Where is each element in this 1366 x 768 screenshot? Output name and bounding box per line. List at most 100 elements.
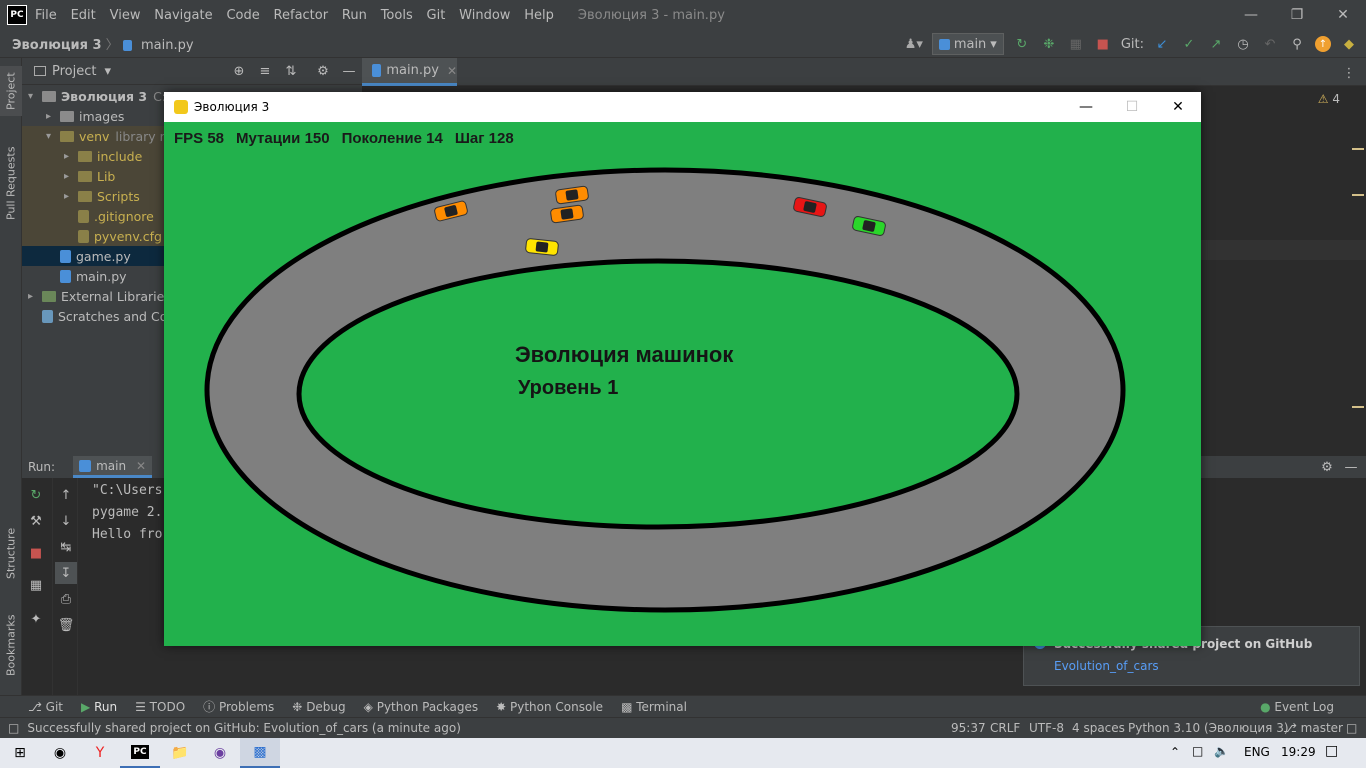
pycharm-taskbar-icon[interactable]: PC	[120, 738, 160, 768]
menu-help[interactable]: Help	[524, 8, 554, 23]
notification-link[interactable]: Evolution_of_cars	[1054, 659, 1159, 673]
locate-icon[interactable]: ⊕	[230, 62, 248, 80]
pygame-window-taskbar-icon[interactable]: ▩	[240, 738, 280, 768]
tray-chevron-icon[interactable]: ⌃	[1170, 745, 1180, 759]
run-config-select[interactable]: main ▾	[931, 33, 1004, 55]
file-explorer-icon[interactable]: 📁	[160, 738, 200, 768]
warnings-indicator[interactable]: ⚠ 4	[1318, 92, 1340, 106]
chevron-down-icon[interactable]: ▾	[104, 64, 111, 79]
menu-tools[interactable]: Tools	[381, 8, 413, 23]
expand-all-icon[interactable]: ⇅	[282, 62, 300, 80]
menu-refactor[interactable]: Refactor	[274, 8, 329, 23]
hide-panel-icon[interactable]: —	[1342, 458, 1360, 476]
hide-panel-icon[interactable]: —	[340, 62, 358, 80]
caret-position[interactable]: 95:37	[951, 721, 986, 735]
minimize-icon[interactable]: —	[1063, 92, 1109, 122]
status-toggle-icon[interactable]: □	[8, 721, 19, 735]
print-icon[interactable]: ⎙	[57, 590, 75, 608]
python-interpreter[interactable]: Python 3.10 (Эволюция 3)	[1128, 721, 1289, 735]
run-tab-main[interactable]: main ✕	[73, 456, 153, 478]
tool-tab-git[interactable]: ⎇ Git	[28, 700, 63, 714]
menu-edit[interactable]: Edit	[71, 8, 96, 23]
scroll-to-end-icon[interactable]: ↧	[55, 562, 77, 584]
tool-tab-python-console[interactable]: ✸ Python Console	[496, 700, 603, 714]
maximize-icon[interactable]: ☐	[1109, 92, 1155, 122]
tool-tab-run[interactable]: ▶ Run	[81, 700, 117, 714]
tool-tab-python-packages[interactable]: ◈ Python Packages	[364, 700, 478, 714]
close-tab-icon[interactable]: ✕	[136, 459, 146, 473]
chevron-right-icon[interactable]: ▸	[64, 171, 78, 182]
volume-icon[interactable]: 🔈	[1214, 744, 1229, 758]
tool-tab-debug[interactable]: ❉ Debug	[292, 700, 345, 714]
lock-icon[interactable]: □	[1346, 721, 1357, 735]
update-icon[interactable]: ↑	[1315, 36, 1331, 52]
notifications-icon[interactable]: □	[1325, 743, 1338, 759]
status-message[interactable]: Successfully shared project on GitHub: E…	[27, 721, 461, 735]
chevron-down-icon[interactable]: ▾	[46, 131, 60, 142]
git-commit-icon[interactable]: ✓	[1180, 35, 1198, 53]
minimize-icon[interactable]: —	[1228, 0, 1274, 30]
rerun-icon[interactable]: ↻	[27, 486, 45, 504]
line-separator[interactable]: CRLF	[990, 721, 1020, 735]
git-update-icon[interactable]: ↙	[1153, 35, 1171, 53]
layout-icon[interactable]: ▦	[27, 576, 45, 594]
game-app-icon[interactable]: ◉	[40, 738, 80, 768]
tool-tab-pull-requests[interactable]: Pull Requests	[0, 138, 22, 228]
more-tabs-icon[interactable]: ⋮	[1340, 64, 1358, 82]
chevron-right-icon[interactable]: ▸	[46, 111, 60, 122]
collapse-all-icon[interactable]: ≡	[256, 62, 274, 80]
debug-icon[interactable]: ❉	[1040, 35, 1058, 53]
file-encoding[interactable]: UTF-8	[1029, 721, 1064, 735]
chevron-right-icon[interactable]: ▸	[28, 291, 42, 302]
close-icon[interactable]: ✕	[1320, 0, 1366, 30]
indent-setting[interactable]: 4 spaces	[1072, 721, 1125, 735]
stop-icon[interactable]: ■	[1094, 35, 1112, 53]
project-view-select[interactable]: Project	[52, 64, 96, 79]
rollback-icon[interactable]: ↶	[1261, 35, 1279, 53]
menu-code[interactable]: Code	[226, 8, 259, 23]
menu-file[interactable]: File	[35, 8, 57, 23]
tool-tab-problems[interactable]: ⓘ Problems	[203, 698, 274, 715]
chevron-right-icon[interactable]: ▸	[64, 151, 78, 162]
tab-main-py[interactable]: main.py ✕	[362, 58, 457, 86]
windows-start-icon[interactable]: ⊞	[0, 738, 40, 768]
game-canvas[interactable]	[164, 122, 1201, 646]
history-icon[interactable]: ◷	[1234, 35, 1252, 53]
tool-tab-bookmarks[interactable]: Bookmarks	[0, 610, 22, 680]
git-branch[interactable]: ⎇ master	[1283, 721, 1343, 735]
network-icon[interactable]: □	[1192, 744, 1203, 758]
plugin-icon[interactable]: ◆	[1340, 35, 1358, 53]
trash-icon[interactable]: 🗑	[57, 616, 75, 634]
menu-view[interactable]: View	[110, 8, 141, 23]
arrow-down-icon[interactable]: ↓	[57, 512, 75, 530]
soft-wrap-icon[interactable]: ↹	[57, 538, 75, 556]
user-icon[interactable]: ♟▾	[905, 35, 923, 53]
language-indicator[interactable]: ENG	[1244, 745, 1270, 759]
rerun-icon[interactable]: ↻	[1013, 35, 1031, 53]
arrow-up-icon[interactable]: ↑	[57, 486, 75, 504]
coverage-icon[interactable]: ▦	[1067, 35, 1085, 53]
chevron-right-icon[interactable]: ▸	[64, 191, 78, 202]
event-log-tab[interactable]: ● Event Log	[1260, 700, 1334, 714]
yandex-browser-icon[interactable]: Y	[80, 738, 120, 768]
pin-icon[interactable]: ✦	[27, 610, 45, 628]
tool-tab-structure[interactable]: Structure	[0, 523, 22, 583]
tool-tab-project[interactable]: Project	[0, 66, 22, 116]
gear-icon[interactable]: ⚙	[1318, 458, 1336, 476]
breadcrumb-project[interactable]: Эволюция 3	[12, 38, 102, 53]
menu-git[interactable]: Git	[427, 8, 446, 23]
clock[interactable]: 19:29	[1281, 745, 1316, 759]
close-icon[interactable]: ✕	[1155, 92, 1201, 122]
gear-icon[interactable]: ⚙	[314, 62, 332, 80]
close-tab-icon[interactable]: ✕	[447, 64, 457, 78]
wrench-icon[interactable]: ⚒	[27, 512, 45, 530]
breadcrumb-file[interactable]: main.py	[141, 38, 194, 53]
menu-run[interactable]: Run	[342, 8, 367, 23]
menu-navigate[interactable]: Navigate	[154, 8, 212, 23]
tool-tab-todo[interactable]: ☰ TODO	[135, 700, 185, 714]
tool-tab-terminal[interactable]: ▩ Terminal	[621, 700, 687, 714]
chevron-down-icon[interactable]: ▾	[28, 91, 42, 102]
search-icon[interactable]: ⚲	[1288, 35, 1306, 53]
stop-icon[interactable]: ■	[27, 544, 45, 562]
git-push-icon[interactable]: ↗	[1207, 35, 1225, 53]
